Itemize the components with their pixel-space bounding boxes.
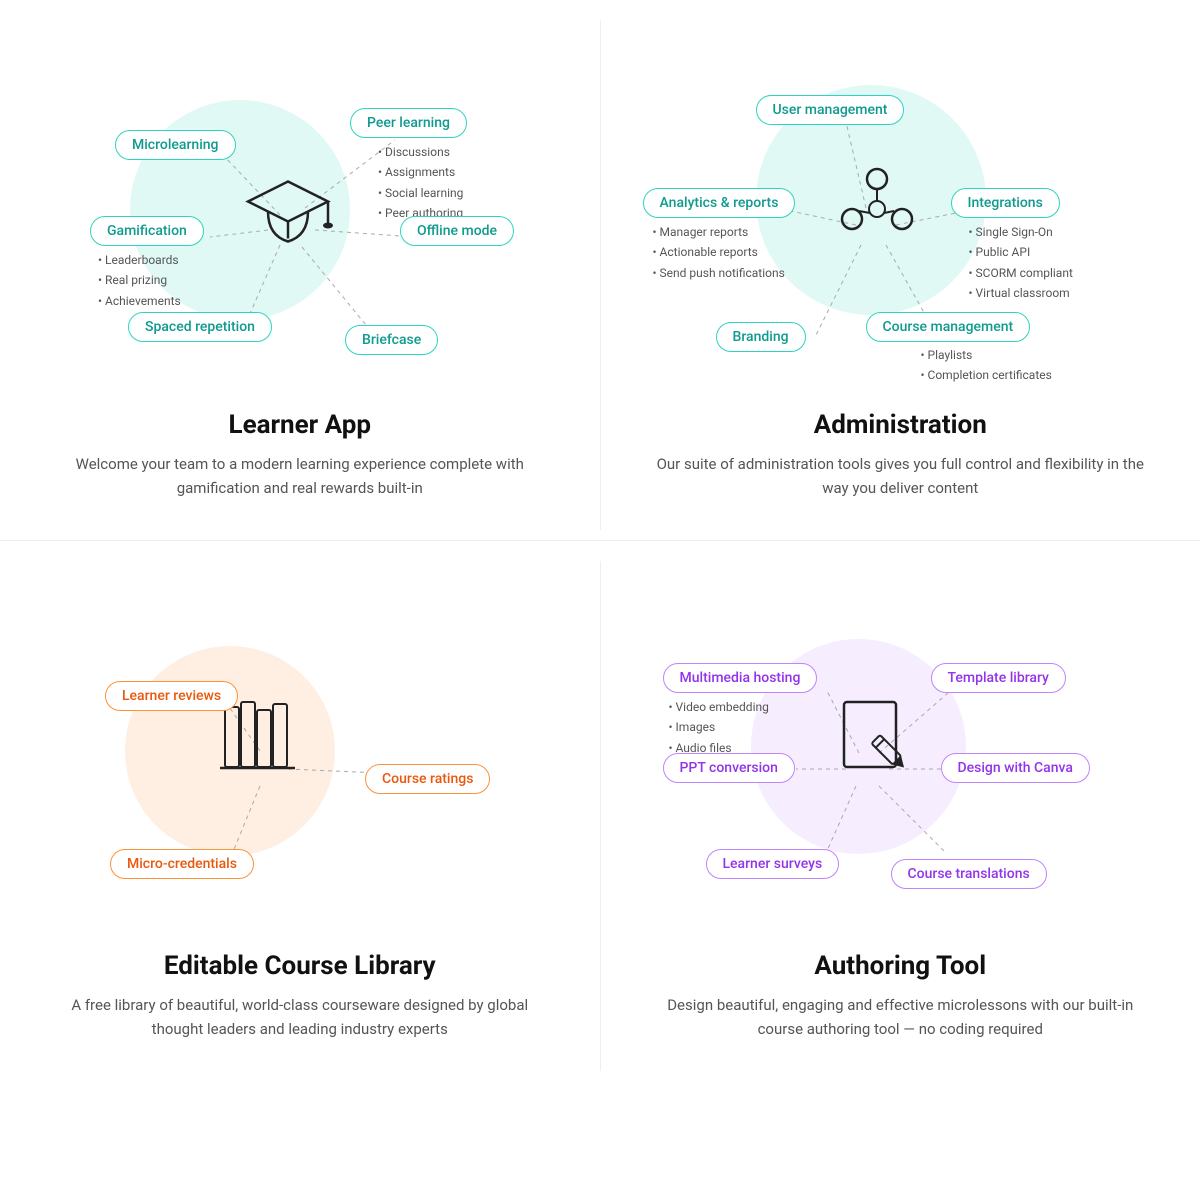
library-diagram: Learner reviews Course ratings Micro-cre… xyxy=(10,581,590,941)
chip-gamification: Gamification xyxy=(90,216,204,246)
course-management-bullets: Playlists Completion certificates xyxy=(921,345,1052,386)
learner-app-desc: Welcome your team to a modern learning e… xyxy=(50,452,550,500)
gamification-bullets: Leaderboards Real prizing Achievements xyxy=(98,250,181,311)
chip-analytics-reports: Analytics & reports xyxy=(643,188,796,218)
chip-spaced-repetition: Spaced repetition xyxy=(128,312,272,342)
chip-course-management: Course management xyxy=(866,312,1031,342)
admin-diagram: User management Analytics & reports Mana… xyxy=(611,40,1191,400)
main-container: Microlearning Peer learning Discussions … xyxy=(0,0,1200,1091)
admin-title: Administration xyxy=(651,410,1151,440)
chip-course-ratings: Course ratings xyxy=(365,764,490,794)
chip-user-management: User management xyxy=(756,95,905,125)
authoring-title: Authoring Tool xyxy=(651,951,1151,981)
chip-multimedia-hosting: Multimedia hosting xyxy=(663,663,818,693)
library-title: Editable Course Library xyxy=(50,951,550,981)
chip-offline-mode: Offline mode xyxy=(400,216,514,246)
bottom-sections: Learner reviews Course ratings Micro-cre… xyxy=(0,561,1200,1071)
library-text: Editable Course Library A free library o… xyxy=(10,941,590,1041)
library-desc: A free library of beautiful, world-class… xyxy=(50,993,550,1041)
learner-app-text: Learner App Welcome your team to a moder… xyxy=(10,400,590,500)
learner-app-icon xyxy=(243,173,333,252)
learner-app-section: Microlearning Peer learning Discussions … xyxy=(0,20,601,530)
integrations-bullets: Single Sign-On Public API SCORM complian… xyxy=(969,222,1073,304)
authoring-icon xyxy=(832,692,922,786)
chip-learner-reviews: Learner reviews xyxy=(105,681,238,711)
main-divider xyxy=(0,540,1200,541)
admin-text: Administration Our suite of administrati… xyxy=(611,400,1191,500)
chip-integrations: Integrations xyxy=(951,188,1060,218)
chip-micro-credentials: Micro-credentials xyxy=(110,849,254,879)
chip-ppt-conversion: PPT conversion xyxy=(663,753,795,783)
authoring-diagram: Multimedia hosting Video embedding Image… xyxy=(611,581,1191,941)
chip-briefcase: Briefcase xyxy=(345,325,438,355)
analytics-bullets: Manager reports Actionable reports Send … xyxy=(653,222,785,283)
top-sections: Microlearning Peer learning Discussions … xyxy=(0,20,1200,530)
learner-app-diagram: Microlearning Peer learning Discussions … xyxy=(10,40,590,400)
chip-course-translations: Course translations xyxy=(891,859,1047,889)
chip-design-with-canva: Design with Canva xyxy=(941,753,1090,783)
admin-icon xyxy=(832,159,922,253)
peer-learning-bullets: Discussions Assignments Social learning … xyxy=(378,142,463,224)
chip-template-library: Template library xyxy=(931,663,1066,693)
authoring-desc: Design beautiful, engaging and effective… xyxy=(651,993,1151,1041)
chip-microlearning: Microlearning xyxy=(115,130,236,160)
administration-section: User management Analytics & reports Mana… xyxy=(601,20,1200,530)
library-section: Learner reviews Course ratings Micro-cre… xyxy=(0,561,601,1071)
learner-app-title: Learner App xyxy=(50,410,550,440)
chip-branding: Branding xyxy=(716,322,806,352)
chip-learner-surveys: Learner surveys xyxy=(706,849,840,879)
admin-desc: Our suite of administration tools gives … xyxy=(651,452,1151,500)
authoring-section: Multimedia hosting Video embedding Image… xyxy=(601,561,1200,1071)
chip-peer-learning: Peer learning xyxy=(350,108,467,138)
authoring-text: Authoring Tool Design beautiful, engagin… xyxy=(611,941,1191,1041)
